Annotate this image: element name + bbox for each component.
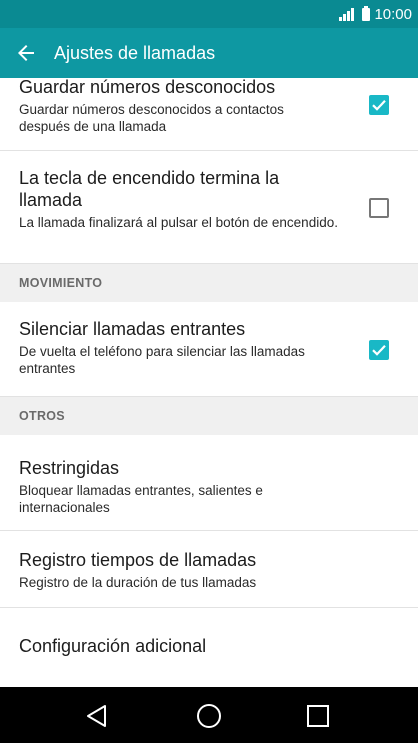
pref-subtitle: La llamada finalizará al pulsar el botón… <box>19 215 338 230</box>
pref-title: Registro tiempos de llamadas <box>19 550 257 570</box>
back-arrow-icon[interactable] <box>12 39 40 67</box>
settings-list[interactable]: Guardar números desconocidos Guardar núm… <box>0 78 418 687</box>
status-bar: 10:00 <box>0 0 418 28</box>
pref-subtitle: De vuelta el teléfono para silenciar las… <box>19 344 305 376</box>
signal-icon <box>339 7 355 21</box>
pref-additional-config[interactable]: Configuración adicional <box>0 608 418 687</box>
navigation-bar <box>0 687 418 743</box>
pref-save-unknown-numbers[interactable]: Guardar números desconocidos Guardar núm… <box>0 78 418 151</box>
status-time: 10:00 <box>374 5 412 23</box>
home-circle-icon[interactable] <box>194 701 224 731</box>
battery-icon <box>362 5 371 21</box>
pref-title: Silenciar llamadas entrantes <box>19 319 246 339</box>
section-header-otros: OTROS <box>0 397 418 435</box>
pref-call-time-log[interactable]: Registro tiempos de llamadas Registro de… <box>0 531 418 608</box>
pref-title: La tecla de encendido termina la llamada <box>19 168 280 210</box>
recents-square-icon[interactable] <box>303 701 333 731</box>
back-triangle-icon[interactable] <box>82 701 112 731</box>
pref-subtitle: Bloquear llamadas entrantes, salientes e… <box>19 483 263 515</box>
section-header-movimiento: MOVIMIENTO <box>0 264 418 302</box>
screen: 10:00 Ajustes de llamadas Guardar número… <box>0 0 418 743</box>
save-unknown-checkbox[interactable] <box>369 95 389 115</box>
pref-restricted[interactable]: Restringidas Bloquear llamadas entrantes… <box>0 435 418 531</box>
page-title: Ajustes de llamadas <box>54 42 216 63</box>
pref-subtitle: Registro de la duración de tus llamadas <box>19 575 257 590</box>
pref-title: Guardar números desconocidos <box>19 78 276 97</box>
pref-subtitle: Guardar números desconocidos a contactos… <box>19 102 284 134</box>
pref-title: Restringidas <box>19 458 120 478</box>
check-icon <box>372 345 386 356</box>
check-icon <box>372 100 386 111</box>
pref-power-key-ends-call[interactable]: La tecla de encendido termina la llamada… <box>0 151 418 264</box>
status-icons: 10:00 <box>339 4 412 24</box>
power-key-checkbox[interactable] <box>369 198 389 218</box>
pref-title: Configuración adicional <box>19 636 207 656</box>
pref-silence-incoming-calls[interactable]: Silenciar llamadas entrantes De vuelta e… <box>0 302 418 397</box>
silence-calls-checkbox[interactable] <box>369 340 389 360</box>
app-bar: Ajustes de llamadas <box>0 28 418 78</box>
